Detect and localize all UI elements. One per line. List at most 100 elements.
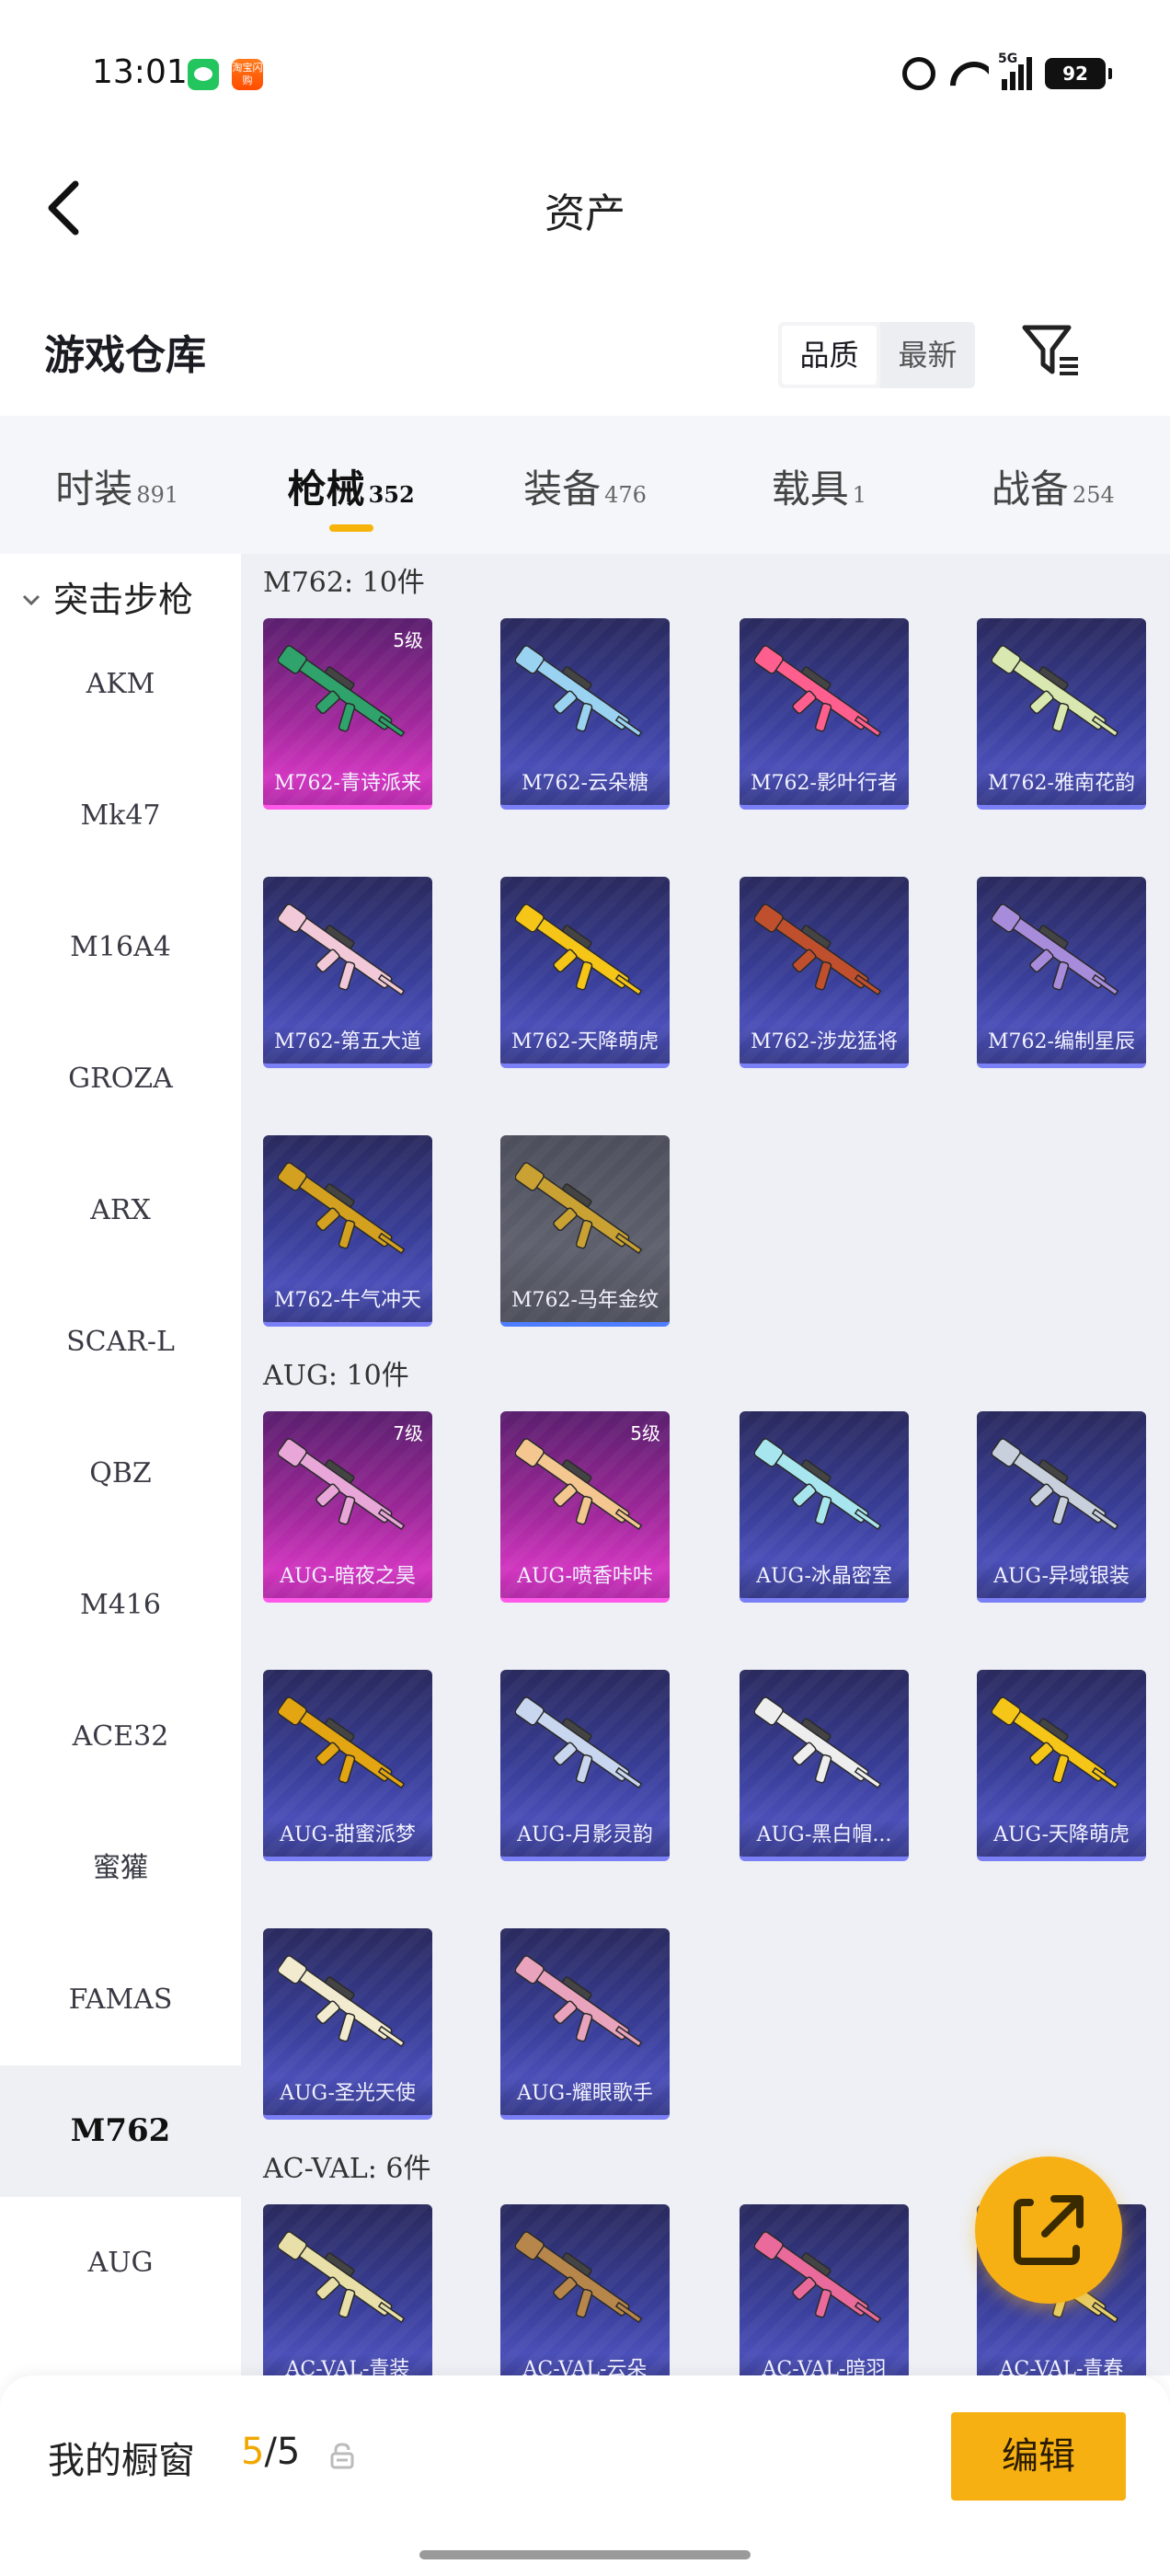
sidebar-item-groza[interactable]: GROZA — [0, 1013, 241, 1144]
sidebar-item-ace32[interactable]: ACE32 — [0, 1671, 241, 1802]
warehouse-title: 游戏仓库 — [44, 332, 206, 379]
rifle-icon — [992, 645, 1119, 738]
skin-card[interactable]: M762-马年金纹 — [500, 1135, 670, 1327]
skin-card[interactable]: 5级 AUG-喷香咔咔 — [500, 1411, 670, 1603]
rifle-icon — [754, 645, 882, 738]
skin-level: 5级 — [630, 1422, 660, 1444]
tab-count: 352 — [368, 481, 415, 508]
rifle-icon — [278, 903, 406, 996]
sort-quality-option[interactable]: 品质 — [782, 326, 877, 385]
rifle-icon — [515, 903, 643, 996]
skin-card[interactable]: AUG-天降萌虎 — [977, 1670, 1146, 1861]
sidebar-list: AKM Mk47 M16A4 GROZA ARX SCAR-L QBZ M416… — [0, 618, 241, 2329]
rifle-icon — [992, 1696, 1119, 1789]
rifle-icon — [278, 2231, 406, 2324]
sidebar-item-arx[interactable]: ARX — [0, 1144, 241, 1276]
rifle-icon — [754, 1438, 882, 1531]
skin-name: M762-青诗派来 — [274, 772, 421, 795]
tab-vehicles[interactable]: 载具 1 — [702, 416, 935, 554]
skin-card[interactable]: M762-影叶行者 — [740, 618, 909, 810]
external-link-icon — [1014, 2195, 1084, 2265]
battery-icon: 92 — [1045, 58, 1112, 89]
tab-firearms[interactable]: 枪械 352 — [234, 416, 467, 554]
skin-card[interactable]: 7级 AUG-暗夜之昊 — [263, 1411, 432, 1603]
skin-card[interactable]: AUG-冰晶密室 — [740, 1411, 909, 1603]
home-indicator[interactable] — [419, 2550, 751, 2559]
tab-supplies[interactable]: 战备 254 — [936, 416, 1170, 554]
skin-card[interactable]: AUG-耀眼歌手 — [500, 1928, 670, 2120]
tab-label: 战备 — [991, 466, 1069, 512]
filter-icon[interactable] — [1021, 322, 1082, 379]
skin-card[interactable]: AUG-异域银装 — [977, 1411, 1146, 1603]
skin-card[interactable]: M762-天降萌虎 — [500, 877, 670, 1068]
sidebar-item-qbz[interactable]: QBZ — [0, 1408, 241, 1539]
tab-count: 476 — [604, 482, 647, 508]
tab-active-indicator — [328, 524, 373, 532]
rifle-icon — [515, 1438, 643, 1531]
sidebar-item-m416[interactable]: M416 — [0, 1539, 241, 1671]
skin-name: M762-天降萌虎 — [511, 1030, 659, 1053]
skin-card[interactable]: AC-VAL-云朵 — [500, 2204, 670, 2375]
skin-card[interactable]: M762-涉龙猛将 — [740, 877, 909, 1068]
taobao-icon: 淘宝闪购 — [232, 59, 263, 90]
skin-card[interactable]: M762-第五大道 — [263, 877, 432, 1068]
sidebar-item-famas[interactable]: FAMAS — [0, 1934, 241, 2065]
skin-name: M762-涉龙猛将 — [751, 1030, 898, 1053]
skin-card[interactable]: M762-雅南花韵 — [977, 618, 1146, 810]
skin-card[interactable]: M762-牛气冲天 — [263, 1135, 432, 1327]
sidebar-item-scar-l[interactable]: SCAR-L — [0, 1276, 241, 1408]
rifle-icon — [754, 903, 882, 996]
status-icons: 5G 92 — [902, 52, 1112, 94]
skin-name: AUG-暗夜之昊 — [280, 1565, 416, 1588]
skin-name: AUG-圣光天使 — [280, 2082, 416, 2105]
rifle-icon — [515, 1162, 643, 1255]
rifle-icon — [278, 1955, 406, 2048]
showcase-count: 5/5 — [241, 2431, 300, 2473]
skin-grid: M762: 10件 5级 M762-青诗派来 M762-云朵糖 M762-影叶行者 M76… — [241, 554, 1170, 2375]
sidebar-item-akm[interactable]: AKM — [0, 618, 241, 750]
rifle-icon — [515, 1696, 643, 1789]
skin-name: M762-牛气冲天 — [274, 1289, 421, 1312]
skin-name: AUG-天降萌虎 — [993, 1823, 1130, 1846]
skin-card[interactable]: AC-VAL-青装 — [263, 2204, 432, 2375]
sort-toggle[interactable]: 品质 最新 — [778, 322, 975, 388]
skin-card[interactable]: 5级 M762-青诗派来 — [263, 618, 432, 810]
skin-card[interactable]: AUG-甜蜜派梦 — [263, 1670, 432, 1861]
rifle-icon — [754, 2231, 882, 2324]
skin-card[interactable]: AUG-月影灵韵 — [500, 1670, 670, 1861]
rifle-icon — [278, 1162, 406, 1255]
sidebar-item-m16a4[interactable]: M16A4 — [0, 881, 241, 1013]
wifi-icon — [948, 58, 989, 89]
showcase-current: 5 — [241, 2431, 265, 2473]
rifle-icon — [278, 645, 406, 738]
chevron-down-icon — [22, 594, 40, 606]
rifle-icon — [278, 1696, 406, 1789]
skin-card[interactable]: M762-编制星辰 — [977, 877, 1146, 1068]
share-button[interactable] — [975, 2156, 1122, 2304]
skin-card[interactable]: M762-云朵糖 — [500, 618, 670, 810]
signal-icon: 5G — [998, 52, 1032, 90]
rifle-icon — [515, 645, 643, 738]
edit-button[interactable]: 编辑 — [951, 2412, 1126, 2501]
skin-name: AUG-月影灵韵 — [517, 1823, 653, 1846]
sidebar-item-m762[interactable]: M762 — [0, 2065, 241, 2197]
alarm-icon — [902, 57, 935, 90]
rifle-icon — [992, 903, 1119, 996]
rifle-icon — [515, 1955, 643, 2048]
tab-fashion[interactable]: 时装 891 — [0, 416, 234, 554]
sidebar-item-honey-badger[interactable]: 蜜獾 — [0, 1802, 241, 1934]
tab-label: 时装 — [55, 466, 133, 512]
status-bar: 13:01 淘宝闪购 5G 92 — [0, 0, 1170, 147]
group-title: AUG: 10件 — [263, 1360, 409, 1392]
sidebar-item-aug[interactable]: AUG — [0, 2197, 241, 2329]
wechat-icon — [188, 59, 219, 90]
skin-card[interactable]: AUG-黑白帽... — [740, 1670, 909, 1861]
tab-equipment[interactable]: 装备 476 — [468, 416, 702, 554]
skin-name: M762-雅南花韵 — [988, 772, 1135, 795]
sidebar-item-mk47[interactable]: Mk47 — [0, 750, 241, 881]
skin-level: 7级 — [393, 1422, 423, 1444]
skin-card[interactable]: AUG-圣光天使 — [263, 1928, 432, 2120]
sort-latest-option[interactable]: 最新 — [880, 322, 975, 388]
skin-card[interactable]: AC-VAL-暗羽 — [740, 2204, 909, 2375]
skin-name: AUG-黑白帽... — [756, 1823, 892, 1846]
